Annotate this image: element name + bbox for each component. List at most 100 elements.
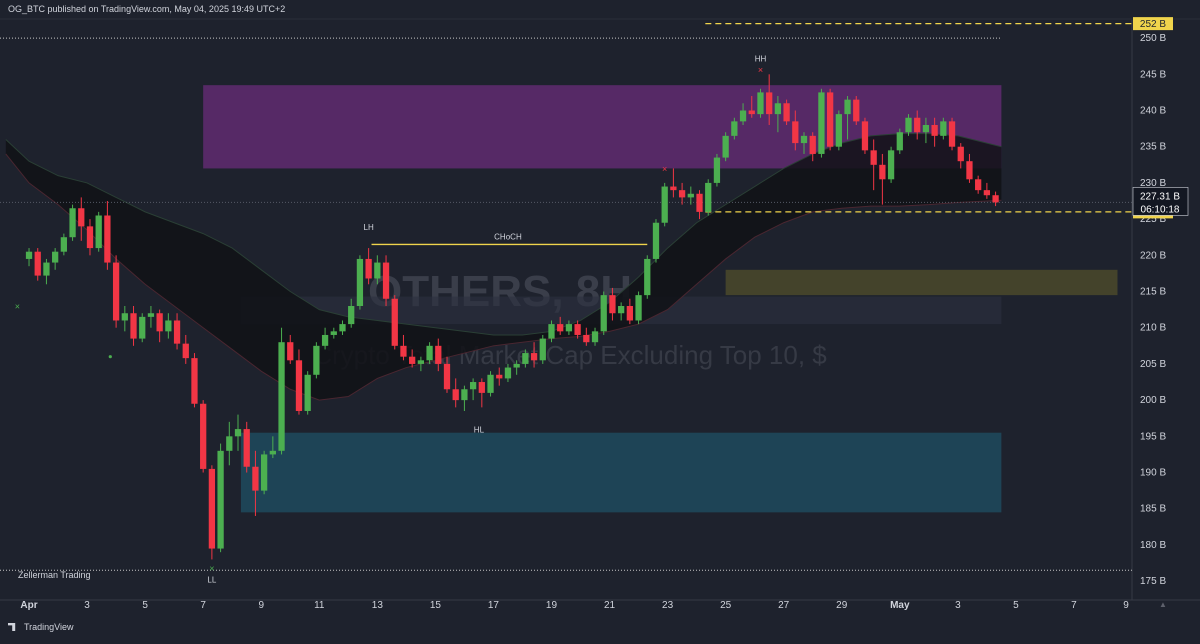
candle-body bbox=[43, 262, 50, 276]
candle-body bbox=[409, 356, 416, 364]
x-tick-label: 21 bbox=[604, 600, 616, 611]
candle-body bbox=[879, 164, 886, 180]
sell-marker-icon: × bbox=[662, 164, 667, 174]
candle-body bbox=[156, 313, 163, 332]
candle-body bbox=[330, 331, 337, 335]
candle-body bbox=[887, 150, 895, 180]
candle-body bbox=[826, 92, 834, 147]
candle-body bbox=[252, 466, 259, 491]
candle-body bbox=[896, 132, 903, 151]
x-tick-label: 23 bbox=[662, 600, 674, 611]
candle-body bbox=[783, 103, 790, 122]
x-tick-label: 19 bbox=[546, 600, 558, 611]
annotation-choch: CHoCH bbox=[494, 232, 522, 241]
x-tick-label: 7 bbox=[200, 600, 206, 611]
x-tick-label: 13 bbox=[372, 600, 384, 611]
candle-body bbox=[731, 121, 738, 136]
candle-body bbox=[600, 295, 607, 332]
candle-body bbox=[583, 334, 590, 343]
y-tick-label: 195 B bbox=[1140, 431, 1166, 442]
candle-body bbox=[652, 222, 660, 259]
tradingview-logo-icon bbox=[8, 623, 16, 631]
buy-marker-icon: × bbox=[209, 564, 214, 574]
y-tick-label: 175 B bbox=[1140, 576, 1166, 587]
candle-body bbox=[165, 320, 172, 332]
candle-body bbox=[478, 382, 485, 393]
candle-body bbox=[365, 258, 372, 279]
y-tick-label: 210 B bbox=[1140, 323, 1166, 334]
y-tick-label: 215 B bbox=[1140, 287, 1166, 298]
candle-body bbox=[766, 92, 773, 115]
candle-body bbox=[321, 334, 329, 346]
candle-body bbox=[443, 363, 451, 390]
candle-body bbox=[626, 306, 633, 321]
candle-body bbox=[748, 110, 755, 115]
candle-body bbox=[78, 208, 85, 227]
candle-body bbox=[426, 345, 433, 361]
chart-area[interactable]: OTHERS, 8H Crypto Total Market Cap Exclud… bbox=[0, 0, 1200, 639]
candle-body bbox=[487, 374, 494, 393]
y-tick-label: 240 B bbox=[1140, 106, 1166, 117]
candle-body bbox=[356, 258, 364, 306]
candle-body bbox=[905, 117, 912, 133]
annotation-hh: HH bbox=[755, 54, 767, 63]
candle-body bbox=[722, 135, 729, 158]
y-tick-label: 185 B bbox=[1140, 504, 1166, 515]
candle-body bbox=[739, 110, 747, 122]
candle-body bbox=[530, 353, 538, 361]
candle-body bbox=[844, 99, 851, 115]
candle-body bbox=[853, 99, 860, 122]
candle-body bbox=[870, 150, 877, 165]
candle-body bbox=[208, 468, 216, 549]
candle-body bbox=[226, 436, 233, 451]
candle-body bbox=[966, 161, 973, 180]
scale-arrow-icon: ▲ bbox=[1159, 600, 1167, 609]
candle-body bbox=[940, 121, 947, 136]
x-tick-label: 11 bbox=[314, 600, 325, 611]
candle-body bbox=[957, 146, 964, 162]
candle-body bbox=[548, 324, 555, 339]
candle-body bbox=[304, 374, 311, 411]
price-chart[interactable]: OTHERS, 8HCrypto Total Market Cap Exclud… bbox=[0, 0, 1200, 639]
y-tick-label: 190 B bbox=[1140, 468, 1166, 479]
olive-zone bbox=[725, 269, 1118, 296]
candle-body bbox=[147, 313, 155, 317]
candle-body bbox=[635, 295, 642, 321]
candle-body bbox=[774, 103, 782, 115]
candle-body bbox=[269, 450, 276, 455]
x-tick-label: 17 bbox=[488, 600, 500, 611]
candle-body bbox=[792, 121, 799, 144]
x-tick-label: 25 bbox=[720, 600, 732, 611]
candle-body bbox=[173, 320, 181, 344]
candle-body bbox=[818, 92, 825, 154]
y-tick-label: 220 B bbox=[1140, 250, 1166, 261]
candle-body bbox=[705, 182, 712, 212]
candle-body bbox=[591, 331, 599, 343]
footer-brand-text: TradingView bbox=[24, 622, 74, 632]
candle-body bbox=[687, 193, 694, 198]
candle-body bbox=[922, 124, 930, 133]
x-tick-label: 3 bbox=[955, 600, 961, 611]
annotation-hl: HL bbox=[474, 426, 485, 435]
candle-body bbox=[60, 237, 67, 252]
candle-body bbox=[609, 295, 616, 314]
candle-body bbox=[217, 450, 224, 549]
x-tick-label: 9 bbox=[258, 600, 264, 611]
annotation-lh: LH bbox=[364, 223, 374, 232]
x-tick-label: 3 bbox=[84, 600, 90, 611]
candle-body bbox=[86, 226, 94, 249]
countdown-label: 06:10:18 bbox=[1141, 204, 1180, 215]
candle-body bbox=[295, 360, 303, 411]
candle-body bbox=[835, 114, 842, 147]
candle-body bbox=[678, 190, 686, 198]
x-tick-label: 7 bbox=[1071, 600, 1077, 611]
candle-body bbox=[25, 251, 33, 259]
candle-body bbox=[809, 135, 816, 154]
candle-body bbox=[618, 306, 625, 314]
x-tick-label: 5 bbox=[1013, 600, 1019, 611]
candle-body bbox=[287, 342, 294, 361]
last-price-label: 227.31 B bbox=[1140, 191, 1180, 202]
candle-body bbox=[496, 374, 503, 379]
candle-body bbox=[557, 324, 564, 332]
sell-marker-icon: × bbox=[758, 65, 763, 75]
